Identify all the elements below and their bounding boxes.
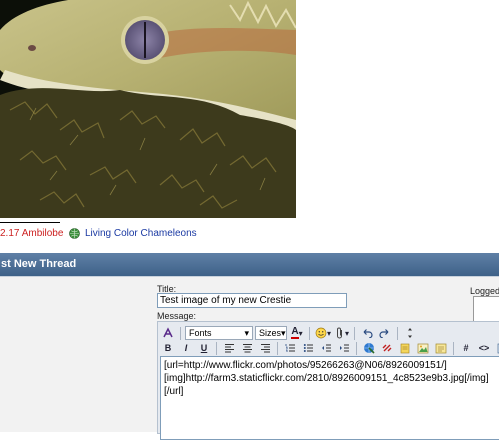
insert-image-icon[interactable] [415, 340, 431, 356]
message-textarea[interactable]: [url=http://www.flickr.com/photos/952662… [160, 356, 499, 440]
signature: 2.17 Ambilobe Living Color Chameleons [0, 228, 197, 239]
toolbar-separator [354, 327, 355, 340]
align-left-icon[interactable] [221, 340, 237, 356]
panel-divider [0, 276, 499, 277]
signature-divider [0, 222, 60, 223]
unordered-list-icon[interactable] [300, 340, 316, 356]
remove-link-icon[interactable] [379, 340, 395, 356]
redo-icon[interactable] [377, 325, 393, 341]
toolbar-separator [277, 342, 278, 355]
wrap-code-button[interactable]: # [458, 340, 474, 356]
undo-icon[interactable] [359, 325, 375, 341]
toolbar-separator [309, 327, 310, 340]
wrap-php-icon[interactable] [494, 340, 499, 356]
chevron-down-icon: ▾ [345, 329, 349, 338]
font-color-letter: A [291, 327, 298, 339]
resize-arrows-icon[interactable] [402, 325, 418, 341]
header-title: st New Thread [0, 258, 76, 270]
ordered-list-icon[interactable] [282, 340, 298, 356]
align-center-icon[interactable] [239, 340, 255, 356]
font-select[interactable]: Fonts ▾ [185, 326, 253, 340]
indent-icon[interactable] [336, 340, 352, 356]
wrap-html-button[interactable]: <> [476, 340, 492, 356]
chevron-down-icon: ▾ [327, 329, 331, 338]
insert-link-icon[interactable] [361, 340, 377, 356]
align-right-icon[interactable] [257, 340, 273, 356]
chevron-down-icon: ▾ [281, 328, 286, 339]
toolbar-separator [356, 342, 357, 355]
insert-email-icon[interactable] [397, 340, 413, 356]
toolbar-separator [180, 327, 181, 340]
toolbar-separator [216, 342, 217, 355]
chevron-down-icon: ▾ [244, 328, 249, 339]
size-select[interactable]: Sizes ▾ [255, 326, 287, 340]
title-input[interactable]: Test image of my new Crestie [157, 293, 347, 308]
smilies-icon[interactable]: ▾ [314, 325, 332, 341]
logged-label: Logged [470, 286, 499, 296]
chevron-down-icon: ▾ [299, 329, 303, 338]
new-thread-header: st New Thread [0, 253, 499, 276]
italic-button[interactable]: I [178, 340, 194, 356]
toolbar-separator [453, 342, 454, 355]
gecko-photo[interactable] [0, 0, 296, 218]
toolbar-row-1: Fonts ▾ Sizes ▾ A ▾ ▾ ▾ [160, 325, 418, 341]
underline-button[interactable]: U [196, 340, 212, 356]
switch-mode-icon[interactable] [160, 325, 176, 341]
font-color-button[interactable]: A ▾ [289, 325, 305, 341]
signature-link[interactable]: Living Color Chameleons [85, 228, 197, 239]
toolbar-row-2: B I U [160, 340, 499, 356]
outdent-icon[interactable] [318, 340, 334, 356]
toolbar-separator [397, 327, 398, 340]
message-editor: Fonts ▾ Sizes ▾ A ▾ ▾ ▾ [157, 321, 499, 434]
globe-icon [69, 228, 80, 239]
bold-button[interactable]: B [160, 340, 176, 356]
attachment-icon[interactable]: ▾ [334, 325, 350, 341]
message-label: Message: [157, 311, 196, 321]
font-select-value: Fonts [189, 328, 212, 338]
signature-prefix: 2.17 Ambilobe [0, 228, 63, 239]
insert-quote-icon[interactable] [433, 340, 449, 356]
size-select-value: Sizes [259, 328, 281, 338]
